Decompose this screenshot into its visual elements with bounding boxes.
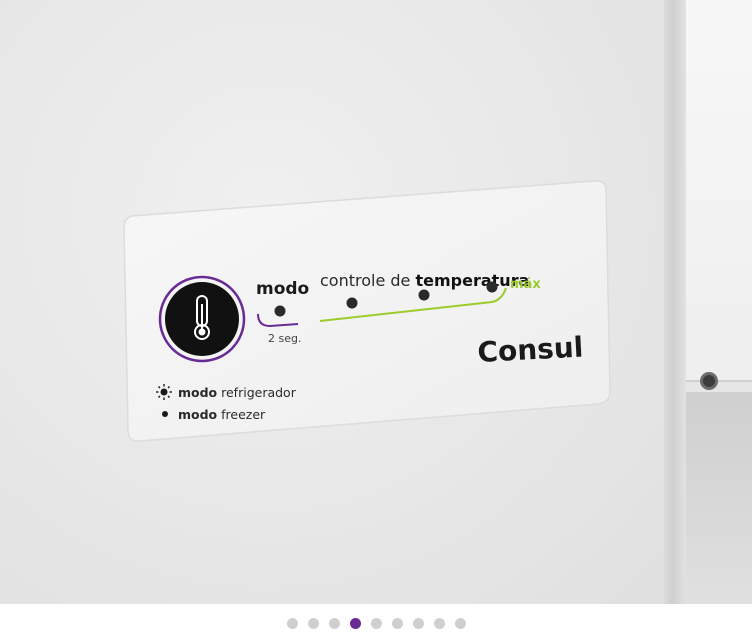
side-appliance xyxy=(686,0,752,382)
carousel-dot-9[interactable] xyxy=(454,618,466,629)
legend-freezer-bold: modo xyxy=(178,407,218,422)
legend-refrigerator-text: refrigerador xyxy=(217,385,297,400)
carousel-dot-7[interactable] xyxy=(412,618,424,629)
mode-label: modo xyxy=(256,279,309,299)
mode-indicator-led xyxy=(274,305,286,317)
legend-refrigerator-bold: modo xyxy=(178,385,218,400)
refrigerator-edge xyxy=(664,0,686,604)
carousel-dot-6[interactable] xyxy=(391,618,403,629)
temperature-led-3 xyxy=(486,281,498,293)
hold-duration-label: 2 seg. xyxy=(268,332,301,345)
temperature-control-label: controle de temperatura xyxy=(320,271,529,290)
brand-logo: Consul xyxy=(477,330,585,368)
legend-freezer-text: freezer xyxy=(217,407,266,422)
temperature-button[interactable] xyxy=(158,275,246,363)
temperature-label-prefix: controle de xyxy=(320,271,415,290)
caster-wheel xyxy=(700,372,718,390)
legend-freezer: modo freezer xyxy=(162,407,266,422)
carousel-dot-3[interactable] xyxy=(328,618,340,629)
temperature-led-1 xyxy=(346,297,358,309)
max-label: máx xyxy=(510,277,541,292)
svg-text:modo freezer: modo freezer xyxy=(178,407,266,422)
floor xyxy=(686,392,752,604)
legend-refrigerator: modo refrigerador xyxy=(156,384,297,400)
carousel-dot-2[interactable] xyxy=(307,618,319,629)
carousel-dot-5[interactable] xyxy=(370,618,382,629)
temperature-led-2 xyxy=(418,289,430,301)
carousel-dot-4[interactable] xyxy=(349,618,361,629)
control-panel: modo 2 seg. controle de temperatura máx … xyxy=(120,176,620,446)
product-image-viewer[interactable]: modo 2 seg. controle de temperatura máx … xyxy=(0,0,752,604)
dot-icon xyxy=(162,411,168,417)
carousel-dot-8[interactable] xyxy=(433,618,445,629)
carousel-dot-1[interactable] xyxy=(286,618,298,629)
carousel-pagination xyxy=(0,618,752,636)
svg-text:modo refrigerador: modo refrigerador xyxy=(178,385,297,400)
